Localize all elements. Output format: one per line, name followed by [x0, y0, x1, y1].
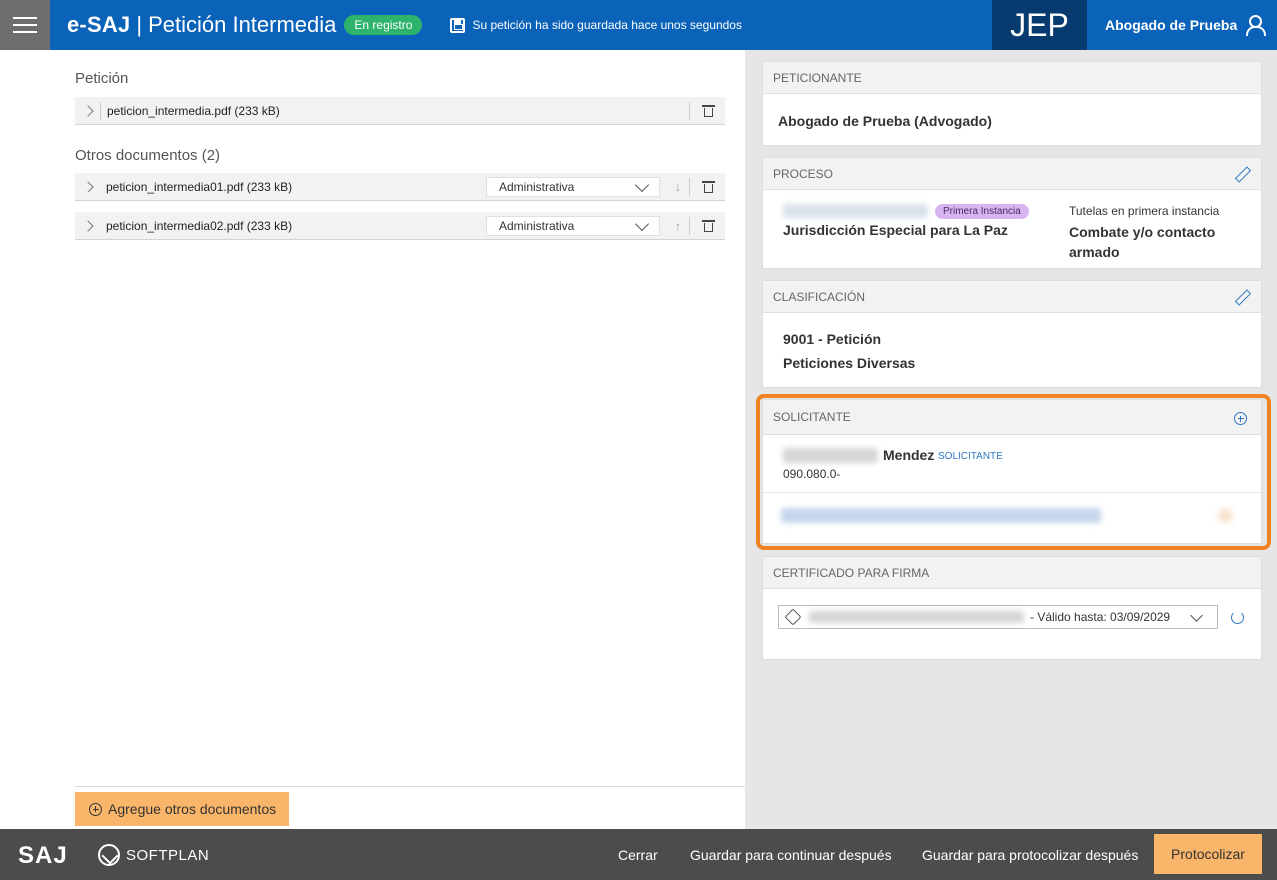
chevron-down-icon [634, 177, 650, 193]
user-menu[interactable]: Abogado de Prueba [1105, 0, 1267, 50]
user-name: Abogado de Prueba [1105, 17, 1238, 33]
certificate-validity: - Válido hasta: 03/09/2029 [1030, 610, 1171, 624]
move-down-arrow-icon[interactable]: ↓ [669, 177, 687, 197]
peticionante-card: PETICIONANTE Abogado de Prueba (Advogado… [762, 61, 1262, 146]
edit-pencil-icon[interactable] [1235, 167, 1249, 181]
page-title: Petición Intermedia [148, 12, 337, 37]
expand-chevron-icon[interactable] [75, 212, 100, 240]
divider [75, 786, 745, 787]
chevron-down-icon [634, 216, 650, 232]
saj-logo: SAJ [18, 842, 68, 869]
softplan-logo-text: SOFTPLAN [126, 846, 210, 864]
redacted-add-link[interactable] [781, 508, 1101, 523]
document-type-value: Administrativa [499, 180, 575, 194]
solicitante-surname: Mendez [883, 447, 935, 463]
otros-documentos-title: Otros documentos (2) [75, 147, 221, 164]
save-status: Su petición ha sido guardada hace unos s… [450, 17, 742, 33]
plus-circle-icon [89, 802, 102, 816]
jurisdiction-value: Jurisdicción Especial para La Paz [783, 222, 1008, 238]
redacted-first-name [783, 448, 878, 463]
document-name: peticion_intermedia.pdf (233 kB) [107, 103, 280, 118]
document-type-select[interactable]: Administrativa [486, 177, 660, 197]
certificate-select[interactable]: - Válido hasta: 03/09/2029 [778, 605, 1218, 629]
documents-panel: Petición peticion_intermedia.pdf (233 kB… [0, 50, 745, 829]
other-document-row: peticion_intermedia01.pdf (233 kB) Admin… [75, 173, 725, 201]
card-title: PROCESO [773, 166, 834, 181]
card-title: SOLICITANTE [773, 410, 851, 424]
edit-pencil-icon[interactable] [1235, 290, 1249, 304]
redacted-process-number [783, 204, 928, 218]
softplan-logo: SOFTPLAN [98, 844, 209, 866]
other-document-row: peticion_intermedia02.pdf (233 kB) Admin… [75, 212, 725, 240]
add-solicitante-icon[interactable] [1234, 412, 1247, 425]
card-header: CLASIFICACIÓN [763, 281, 1261, 313]
top-header: e-SAJ | Petición Intermedia En registro … [0, 0, 1277, 50]
card-header: CERTIFICADO PARA FIRMA [763, 557, 1261, 589]
add-documents-button[interactable]: Agregue otros documentos [75, 792, 289, 826]
footer-bar: SAJ SOFTPLAN Cerrar Guardar para continu… [0, 829, 1277, 880]
solicitante-role-badge: SOLICITANTE [938, 451, 1003, 462]
instance-badge: Primera Instancia [935, 204, 1029, 219]
chevron-down-icon [1190, 609, 1203, 622]
protocolizar-button[interactable]: Protocolizar [1154, 834, 1262, 874]
document-type-select[interactable]: Administrativa [486, 216, 660, 236]
divider [763, 492, 1263, 493]
solicitante-id-number: 090.080.0- [783, 467, 841, 481]
peticionante-value: Abogado de Prueba (Advogado) [778, 113, 992, 129]
hamburger-menu-icon[interactable] [0, 0, 50, 50]
divider [689, 178, 690, 196]
tag-icon [784, 608, 802, 626]
user-icon [1245, 15, 1267, 36]
refresh-icon[interactable] [1231, 611, 1244, 624]
divider [689, 217, 690, 235]
softplan-logo-icon [98, 844, 120, 866]
solicitante-card: SOLICITANTE Mendez SOLICITANTE 090.080.0… [762, 399, 1263, 544]
redacted-certificate-name [809, 611, 1024, 623]
document-name: peticion_intermedia02.pdf (233 kB) [106, 218, 293, 233]
clasificacion-code: 9001 - Petición [783, 331, 882, 347]
save-status-text: Su petición ha sido guardada hace unos s… [472, 18, 742, 32]
save-protocolize-later-button[interactable]: Guardar para protocolizar después [922, 829, 1138, 880]
details-panel: PETICIONANTE Abogado de Prueba (Advogado… [745, 50, 1277, 829]
card-header: PETICIONANTE [763, 62, 1261, 94]
proceso-card: PROCESO Primera Instancia Jurisdicción E… [762, 157, 1262, 269]
card-header: PROCESO [763, 158, 1261, 190]
floppy-disk-icon [450, 17, 466, 33]
certificado-card: CERTIFICADO PARA FIRMA - Válido hasta: 0… [762, 556, 1262, 660]
trash-icon[interactable] [702, 105, 715, 117]
jep-logo: JEP [992, 0, 1087, 50]
redacted-action-icon[interactable] [1218, 508, 1233, 523]
card-title: CLASIFICACIÓN [773, 289, 866, 304]
divider [689, 102, 690, 120]
document-name: peticion_intermedia01.pdf (233 kB) [106, 179, 293, 194]
trash-icon[interactable] [702, 181, 715, 193]
cerrar-button[interactable]: Cerrar [618, 829, 658, 880]
add-documents-label: Agregue otros documentos [108, 801, 277, 817]
trash-icon[interactable] [702, 220, 715, 232]
clasificacion-description: Peticiones Diversas [783, 355, 916, 371]
move-up-arrow-icon[interactable]: ↑ [669, 216, 687, 236]
status-badge: En registro [344, 15, 423, 35]
expand-chevron-icon[interactable] [75, 173, 100, 201]
peticion-document-row: peticion_intermedia.pdf (233 kB) [75, 97, 725, 125]
subject-value: Combate y/o contacto armado [1069, 224, 1216, 260]
document-type-value: Administrativa [499, 219, 575, 233]
expand-chevron-icon[interactable] [75, 97, 100, 125]
clasificacion-card: CLASIFICACIÓN 9001 - Petición Peticiones… [762, 280, 1262, 388]
peticion-section-title: Petición [75, 70, 129, 87]
subject-label: Tutelas en primera instancia [1069, 204, 1220, 218]
card-header: SOLICITANTE [763, 400, 1261, 435]
save-continue-later-button[interactable]: Guardar para continuar después [690, 829, 892, 880]
app-brand: e-SAJ [67, 12, 131, 37]
title-separator: | [136, 12, 143, 37]
